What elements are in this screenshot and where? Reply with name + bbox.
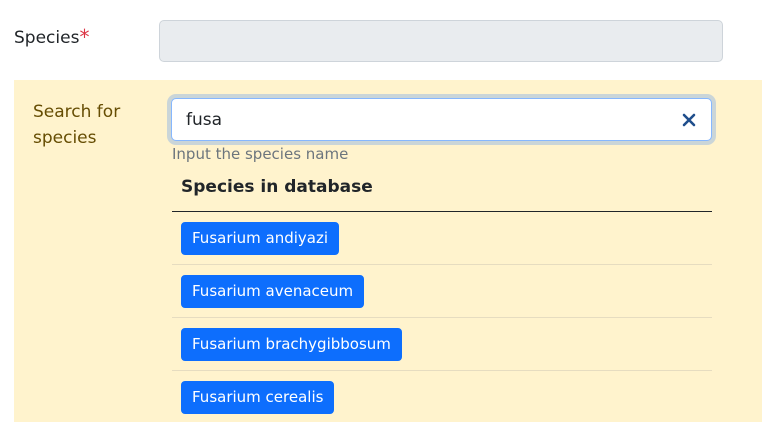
required-asterisk: *	[79, 25, 90, 49]
species-field[interactable]	[159, 20, 723, 62]
list-item: Fusarium brachygibbosum	[172, 318, 712, 371]
species-label-text: Species	[14, 28, 80, 48]
list-item: Fusarium cerealis	[172, 371, 712, 424]
species-result-button[interactable]: Fusarium cerealis	[181, 381, 335, 414]
list-item: Fusarium andiyazi	[172, 212, 712, 265]
species-search-panel: Search for species Input the species nam…	[14, 80, 762, 422]
species-result-button[interactable]: Fusarium avenaceum	[181, 275, 365, 308]
search-input[interactable]	[172, 99, 711, 140]
search-help-text: Input the species name	[172, 145, 349, 163]
close-icon[interactable]	[679, 110, 699, 130]
search-label: Search for species	[33, 102, 121, 148]
results-heading: Species in database	[181, 177, 373, 197]
list-item: Fusarium avenaceum	[172, 265, 712, 318]
search-input-wrapper	[171, 98, 712, 141]
species-results-list: Fusarium andiyazi Fusarium avenaceum Fus…	[172, 212, 712, 424]
species-result-button[interactable]: Fusarium andiyazi	[181, 222, 340, 255]
species-label: Species*	[14, 24, 90, 49]
species-result-button[interactable]: Fusarium brachygibbosum	[181, 328, 402, 361]
species-row: Species*	[0, 0, 762, 80]
